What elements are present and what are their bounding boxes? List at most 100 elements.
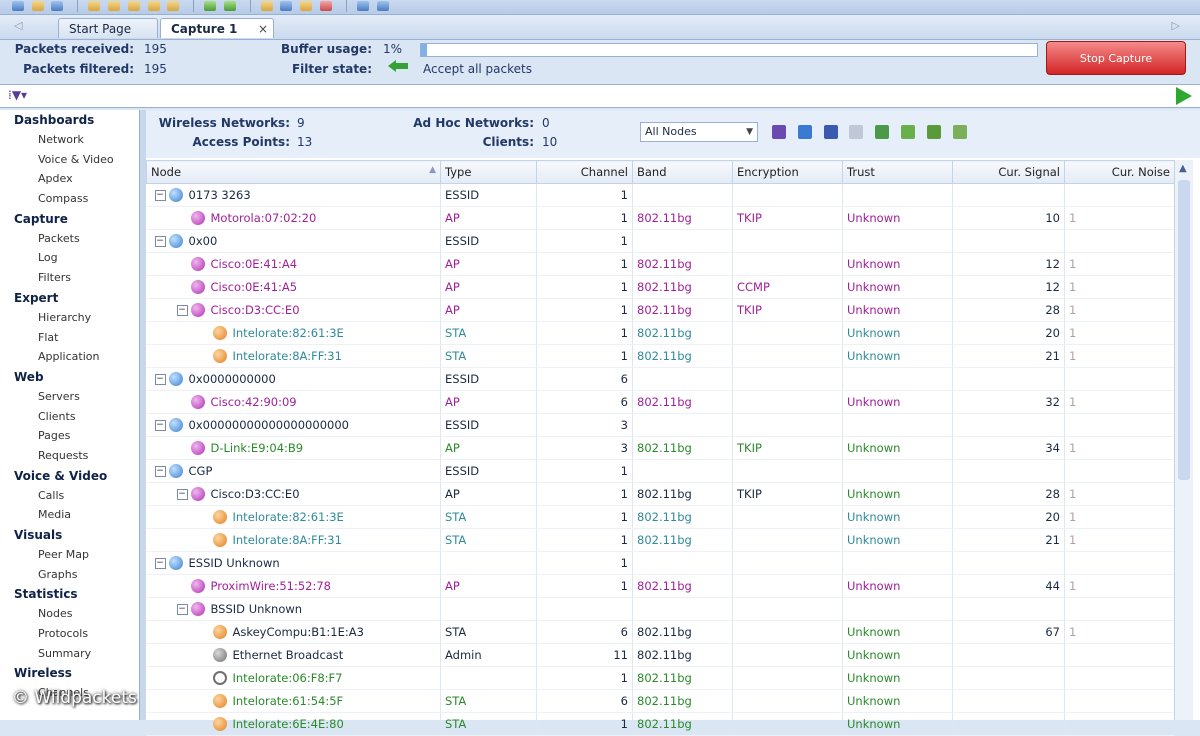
stop-capture-button[interactable]: Stop Capture <box>1046 41 1186 75</box>
network-icon[interactable] <box>901 125 916 139</box>
filter-input[interactable] <box>52 86 1156 108</box>
sidebar-item[interactable]: Summary <box>0 644 139 664</box>
table-row[interactable]: − 0x00 ESSID 1 <box>146 229 1175 253</box>
sidebar-item[interactable]: Network <box>0 130 139 150</box>
sidebar-group-header[interactable]: Wireless <box>0 663 139 683</box>
scroll-up-icon[interactable]: ▲ <box>1179 163 1187 174</box>
report-icon[interactable] <box>147 1 160 11</box>
collapse-icon[interactable]: − <box>176 304 188 316</box>
sidebar-item[interactable]: Nodes <box>0 604 139 624</box>
table-row[interactable]: − Cisco:D3:CC:E0 AP 1 802.11bg TKIP Unknown 28 1 <box>146 482 1175 506</box>
sidebar-item[interactable]: Packets <box>0 229 139 249</box>
column-header-channel[interactable]: Channel <box>536 160 633 184</box>
column-header-band[interactable]: Band <box>632 160 733 184</box>
filter-icon[interactable] <box>260 1 273 11</box>
sidebar-group-header[interactable]: Capture <box>0 209 139 229</box>
pin-icon[interactable] <box>772 125 786 139</box>
table-row[interactable]: Intelorate:61:54:5F STA 6 802.11bg Unknown <box>146 689 1175 713</box>
table-row[interactable]: − 0x00000000000000000000 ESSID 3 <box>146 413 1175 437</box>
column-header-trust[interactable]: Trust <box>842 160 953 184</box>
sidebar-group-header[interactable]: Statistics <box>0 584 139 604</box>
sidebar-item[interactable]: Voice & Video <box>0 150 139 170</box>
vertical-scrollbar[interactable]: ▲ <box>1174 160 1193 720</box>
table-row[interactable]: − ESSID Unknown 1 <box>146 551 1175 575</box>
chart-icon[interactable] <box>926 125 941 139</box>
column-header-encryption[interactable]: Encryption <box>732 160 843 184</box>
sidebar-item[interactable]: Compass <box>0 189 139 209</box>
table-row[interactable]: Intelorate:8A:FF:31 STA 1 802.11bg Unknown 21… <box>146 528 1175 552</box>
document-icon[interactable] <box>849 125 864 139</box>
table-row[interactable]: − 0173 3263 ESSID 1 <box>146 183 1175 207</box>
collapse-icon[interactable]: − <box>154 235 166 247</box>
table-row[interactable]: AskeyCompu:B1:1E:A3 STA 6 802.11bg Unknown 67… <box>146 620 1175 644</box>
table-row[interactable]: Cisco:42:90:09 AP 6 802.11bg Unknown 32 1 <box>146 390 1175 414</box>
table-row[interactable]: Intelorate:8A:FF:31 STA 1 802.11bg Unknown 21… <box>146 344 1175 368</box>
network-icon[interactable] <box>280 1 293 11</box>
table-row[interactable]: Intelorate:82:61:3E STA 1 802.11bg Unknown 20… <box>146 321 1175 345</box>
table-row[interactable]: Intelorate:82:61:3E STA 1 802.11bg Unknown 20… <box>146 505 1175 529</box>
node-tree-icon[interactable] <box>875 125 890 139</box>
sidebar-group-header[interactable]: Dashboards <box>0 110 139 130</box>
sidebar-item[interactable]: Servers <box>0 387 139 407</box>
start-icon[interactable] <box>204 1 217 11</box>
collapse-icon[interactable]: − <box>154 373 166 385</box>
sidebar-group-header[interactable]: Visuals <box>0 525 139 545</box>
table-row[interactable]: Motorola:07:02:20 AP 1 802.11bg TKIP Unknown 1… <box>146 206 1175 230</box>
alarm-icon[interactable] <box>320 1 333 11</box>
refresh-icon[interactable] <box>223 1 236 11</box>
search-icon[interactable] <box>11 1 24 11</box>
tab-capture-1[interactable]: Capture 1 × <box>160 18 274 38</box>
sidebar-item[interactable]: Pages <box>0 426 139 446</box>
sidebar-group-header[interactable]: Voice & Video <box>0 466 139 486</box>
sidebar-item[interactable]: Calls <box>0 486 139 506</box>
sidebar-item[interactable]: Application <box>0 347 139 367</box>
open-icon[interactable] <box>31 1 44 11</box>
table-row[interactable]: Intelorate:06:F8:F7 1 802.11bg Unknown <box>146 666 1175 690</box>
save-icon[interactable] <box>51 1 64 11</box>
sidebar-item[interactable]: Protocols <box>0 624 139 644</box>
table-row[interactable]: Cisco:0E:41:A4 AP 1 802.11bg Unknown 12 1 <box>146 252 1175 276</box>
table-row[interactable]: Ethernet Broadcast Admin 11 802.11bg Unknown <box>146 643 1175 667</box>
column-header-type[interactable]: Type <box>440 160 537 184</box>
print-icon[interactable] <box>167 1 180 11</box>
capture-icon[interactable] <box>88 1 101 11</box>
node-filter-select[interactable]: All Nodes ▼ <box>640 122 758 142</box>
paste-icon[interactable] <box>127 1 140 11</box>
collapse-icon[interactable]: − <box>154 419 166 431</box>
sidebar-group-header[interactable]: Expert <box>0 288 139 308</box>
close-icon[interactable]: × <box>258 19 268 39</box>
filter-funnel-icon[interactable]: ⁞▼▾ <box>8 88 46 104</box>
column-header-node[interactable]: Node ▲ <box>146 160 441 184</box>
settings-icon[interactable] <box>356 1 369 11</box>
table-row[interactable]: − Cisco:D3:CC:E0 AP 1 802.11bg TKIP Unknown 28 1 <box>146 298 1175 322</box>
table-row[interactable]: D-Link:E9:04:B9 AP 3 802.11bg TKIP Unknown 34 1 <box>146 436 1175 460</box>
column-header-cur-noise[interactable]: Cur. Noise <box>1064 160 1175 184</box>
table-row[interactable]: − CGP ESSID 1 <box>146 459 1175 483</box>
collapse-icon[interactable]: − <box>176 488 188 500</box>
sidebar-item[interactable]: Hierarchy <box>0 308 139 328</box>
graph-icon[interactable] <box>300 1 313 11</box>
column-header-cur-signal[interactable]: Cur. Signal <box>952 160 1065 184</box>
sidebar-item[interactable]: Media <box>0 505 139 525</box>
table-row[interactable]: ProximWire:51:52:78 AP 1 802.11bg Unknown 44 1 <box>146 574 1175 598</box>
sidebar-item[interactable]: Requests <box>0 446 139 466</box>
sidebar-item[interactable]: Log <box>0 248 139 268</box>
tab-scroll-left-icon[interactable]: ◁ <box>14 19 22 32</box>
table-row[interactable]: Cisco:0E:41:A5 AP 1 802.11bg CCMP Unknown 12 1 <box>146 275 1175 299</box>
help-icon[interactable] <box>376 1 389 11</box>
sidebar-item[interactable]: Flat <box>0 328 139 348</box>
collapse-icon[interactable]: − <box>154 557 166 569</box>
sidebar-item[interactable]: Clients <box>0 407 139 427</box>
table-row[interactable]: − BSSID Unknown <box>146 597 1175 621</box>
refresh-icon[interactable] <box>797 125 812 139</box>
copy-icon[interactable] <box>107 1 120 11</box>
table-row[interactable]: − 0x0000000000 ESSID 6 <box>146 367 1175 391</box>
table-row[interactable]: Intelorate:6E:4E:80 STA 1 802.11bg Unknown <box>146 712 1175 736</box>
sidebar-item[interactable]: Filters <box>0 268 139 288</box>
scrollbar-thumb[interactable] <box>1178 180 1190 480</box>
settings-icon[interactable] <box>952 125 967 139</box>
tab-start-page[interactable]: Start Page <box>58 18 158 38</box>
sidebar-group-header[interactable]: Web <box>0 367 139 387</box>
collapse-icon[interactable]: − <box>154 465 166 477</box>
tab-scroll-right-icon[interactable]: ▷ <box>1172 19 1180 32</box>
